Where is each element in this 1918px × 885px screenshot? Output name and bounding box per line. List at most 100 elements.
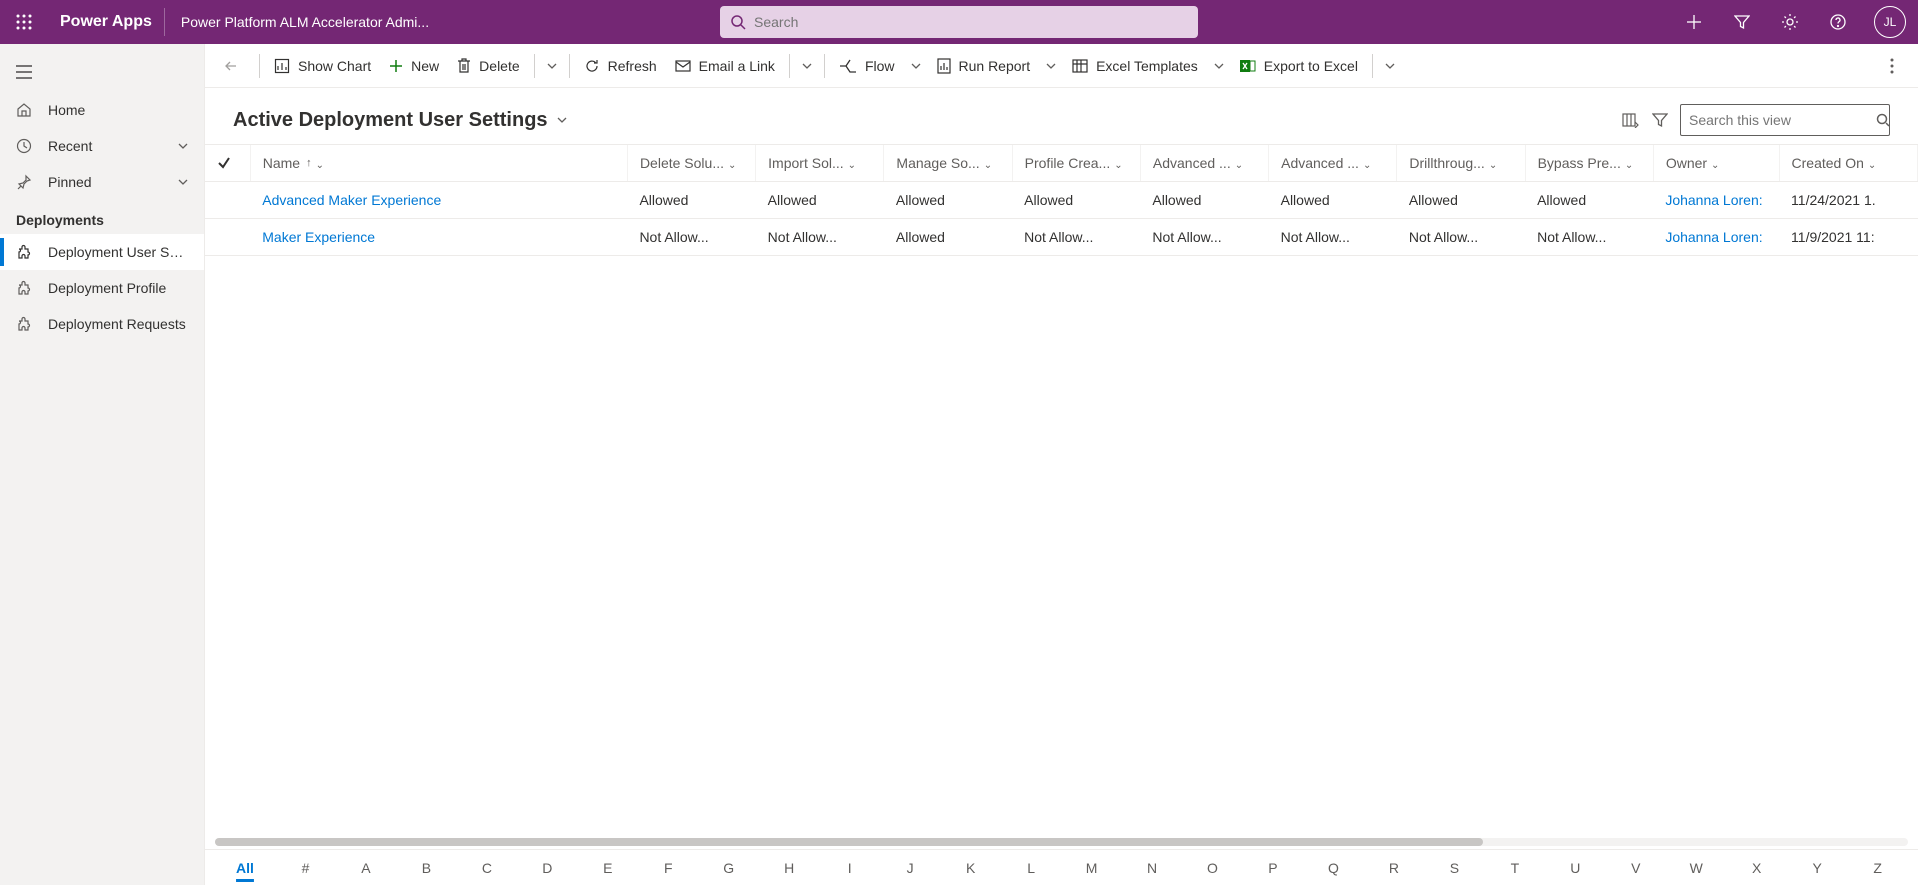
alphabar-letter[interactable]: # bbox=[285, 860, 325, 876]
column-header[interactable]: Advanced ...⌄ bbox=[1269, 145, 1397, 182]
column-header[interactable]: Advanced ...⌄ bbox=[1140, 145, 1268, 182]
alphabar-letter[interactable]: R bbox=[1374, 860, 1414, 876]
sidebar-item-recent[interactable]: Recent bbox=[0, 128, 204, 164]
excel-templates-chevron[interactable] bbox=[1208, 61, 1230, 71]
refresh-button[interactable]: Refresh bbox=[576, 50, 665, 82]
alphabar-letter[interactable]: V bbox=[1616, 860, 1656, 876]
alphabar-letter[interactable]: O bbox=[1193, 860, 1233, 876]
flow-chevron[interactable] bbox=[905, 61, 927, 71]
cell-owner[interactable]: Johanna Loren: bbox=[1653, 182, 1779, 219]
alphabar-letter[interactable]: W bbox=[1676, 860, 1716, 876]
new-button[interactable]: New bbox=[381, 50, 447, 82]
alphabar-letter[interactable]: N bbox=[1132, 860, 1172, 876]
column-header[interactable]: Bypass Pre...⌄ bbox=[1525, 145, 1653, 182]
view-search-input[interactable] bbox=[1689, 112, 1870, 128]
back-button[interactable] bbox=[215, 50, 247, 82]
global-search-input[interactable] bbox=[754, 14, 1188, 30]
alphabar-letter[interactable]: D bbox=[527, 860, 567, 876]
separator bbox=[534, 54, 535, 78]
column-header-created[interactable]: Created On⌄ bbox=[1779, 145, 1917, 182]
help-icon[interactable] bbox=[1814, 0, 1862, 44]
alphabar-letter[interactable]: Y bbox=[1797, 860, 1837, 876]
export-excel-chevron[interactable] bbox=[1379, 61, 1401, 71]
alphabar-letter[interactable]: B bbox=[406, 860, 446, 876]
column-header[interactable]: Import Sol...⌄ bbox=[756, 145, 884, 182]
cell: Allowed bbox=[1140, 182, 1268, 219]
sidebar-item-pinned[interactable]: Pinned bbox=[0, 164, 204, 200]
puzzle-icon bbox=[16, 244, 36, 260]
hamburger-icon[interactable] bbox=[0, 52, 48, 92]
alphabar-letter[interactable]: X bbox=[1737, 860, 1777, 876]
filter-icon[interactable] bbox=[1652, 112, 1668, 128]
gear-icon[interactable] bbox=[1766, 0, 1814, 44]
global-search[interactable] bbox=[720, 6, 1198, 38]
column-header[interactable]: Profile Crea...⌄ bbox=[1012, 145, 1140, 182]
email-link-button[interactable]: Email a Link bbox=[667, 50, 783, 82]
avatar[interactable]: JL bbox=[1874, 6, 1906, 38]
view-search[interactable] bbox=[1680, 104, 1890, 136]
sidebar-section-header: Deployments bbox=[0, 200, 204, 234]
row-checkbox[interactable] bbox=[205, 219, 250, 256]
row-checkbox[interactable] bbox=[205, 182, 250, 219]
alphabar-letter[interactable]: A bbox=[346, 860, 386, 876]
grid: Name↑⌄ Delete Solu...⌄ Import Sol...⌄ Ma… bbox=[205, 144, 1918, 835]
cell: Not Allow... bbox=[1012, 219, 1140, 256]
alphabar-letter[interactable]: S bbox=[1434, 860, 1474, 876]
edit-columns-icon[interactable] bbox=[1622, 112, 1640, 128]
alphabar-letter[interactable]: M bbox=[1072, 860, 1112, 876]
alphabar-letter[interactable]: T bbox=[1495, 860, 1535, 876]
alphabar-letter[interactable]: All bbox=[225, 860, 265, 876]
alphabar-letter[interactable]: J bbox=[890, 860, 930, 876]
column-header-owner[interactable]: Owner⌄ bbox=[1653, 145, 1779, 182]
overflow-button[interactable] bbox=[1876, 50, 1908, 82]
alphabar-letter[interactable]: C bbox=[467, 860, 507, 876]
alphabar-letter[interactable]: U bbox=[1555, 860, 1595, 876]
column-header-name[interactable]: Name↑⌄ bbox=[250, 145, 627, 182]
cmd-label: Refresh bbox=[608, 58, 657, 74]
export-excel-button[interactable]: Export to Excel bbox=[1232, 50, 1366, 82]
add-icon[interactable] bbox=[1670, 0, 1718, 44]
alphabar-letter[interactable]: E bbox=[588, 860, 628, 876]
delete-chevron[interactable] bbox=[541, 61, 563, 71]
sidebar-item-deployment-requests[interactable]: Deployment Requests bbox=[0, 306, 204, 342]
horizontal-scrollbar[interactable] bbox=[205, 835, 1918, 849]
column-header[interactable]: Delete Solu...⌄ bbox=[627, 145, 755, 182]
select-all-checkbox[interactable] bbox=[205, 145, 250, 182]
view-selector-chevron[interactable] bbox=[556, 114, 568, 126]
waffle-icon[interactable] bbox=[0, 0, 48, 44]
cell-owner[interactable]: Johanna Loren: bbox=[1653, 219, 1779, 256]
alphabar-letter[interactable]: L bbox=[1011, 860, 1051, 876]
cell-name[interactable]: Advanced Maker Experience bbox=[250, 182, 627, 219]
email-chevron[interactable] bbox=[796, 61, 818, 71]
home-icon bbox=[16, 102, 36, 118]
alphabar-letter[interactable]: G bbox=[709, 860, 749, 876]
alphabar-letter[interactable]: P bbox=[1253, 860, 1293, 876]
alphabar-letter[interactable]: H bbox=[769, 860, 809, 876]
alphabar-letter[interactable]: I bbox=[830, 860, 870, 876]
cell-name[interactable]: Maker Experience bbox=[250, 219, 627, 256]
excel-templates-button[interactable]: Excel Templates bbox=[1064, 50, 1206, 82]
sidebar-item-deployment-user-settings[interactable]: Deployment User Se... bbox=[0, 234, 204, 270]
alphabar-letter[interactable]: F bbox=[648, 860, 688, 876]
scrollbar-thumb[interactable] bbox=[215, 838, 1483, 846]
sidebar-item-label: Deployment User Se... bbox=[48, 244, 188, 260]
cmd-label: Show Chart bbox=[298, 58, 371, 74]
alphabar-letter[interactable]: K bbox=[951, 860, 991, 876]
column-header[interactable]: Manage So...⌄ bbox=[884, 145, 1012, 182]
column-header[interactable]: Drillthroug...⌄ bbox=[1397, 145, 1525, 182]
run-report-button[interactable]: Run Report bbox=[929, 50, 1039, 82]
breadcrumb[interactable]: Power Platform ALM Accelerator Admi... bbox=[165, 14, 445, 30]
show-chart-button[interactable]: Show Chart bbox=[266, 50, 379, 82]
cell: Not Allow... bbox=[756, 219, 884, 256]
alphabar-letter[interactable]: Z bbox=[1858, 860, 1898, 876]
flow-button[interactable]: Flow bbox=[831, 50, 903, 82]
filter-icon[interactable] bbox=[1718, 0, 1766, 44]
app-name[interactable]: Power Apps bbox=[48, 8, 165, 36]
sidebar-item-deployment-profile[interactable]: Deployment Profile bbox=[0, 270, 204, 306]
table-row[interactable]: Maker Experience Not Allow... Not Allow...… bbox=[205, 219, 1918, 256]
table-row[interactable]: Advanced Maker ExperienceAllowedAllowedA… bbox=[205, 182, 1918, 219]
run-report-chevron[interactable] bbox=[1040, 61, 1062, 71]
delete-button[interactable]: Delete bbox=[449, 50, 527, 82]
alphabar-letter[interactable]: Q bbox=[1313, 860, 1353, 876]
sidebar-item-home[interactable]: Home bbox=[0, 92, 204, 128]
